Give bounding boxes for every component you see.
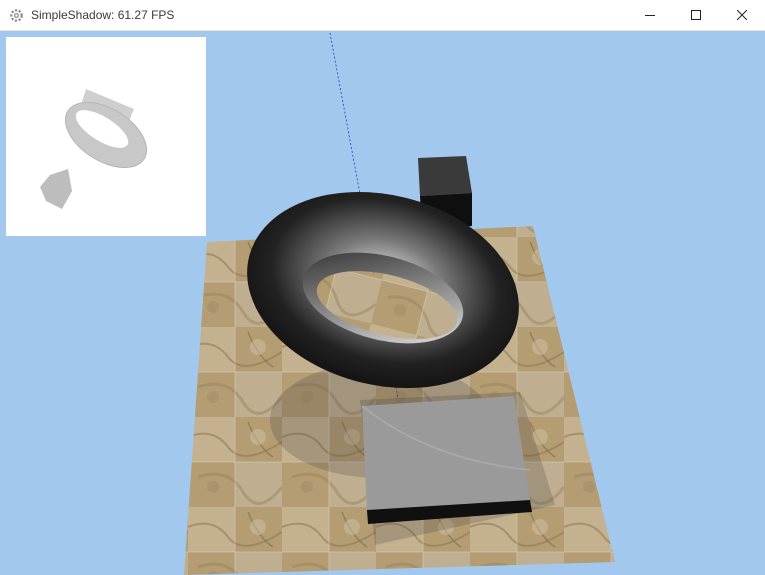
shadow-map-shapes [40,89,148,209]
minimize-icon [645,10,655,20]
maximize-icon [691,10,701,20]
title-bar[interactable]: SimpleShadow: 61.27 FPS [0,0,765,31]
close-button[interactable] [719,0,765,30]
large-box [361,396,532,524]
maximize-button[interactable] [673,0,719,30]
close-icon [737,10,747,20]
app-window: SimpleShadow: 61.27 FPS [0,0,765,575]
gear-icon [9,8,24,23]
shadow-map-preview [6,37,206,236]
minimize-button[interactable] [627,0,673,30]
window-title: SimpleShadow: 61.27 FPS [31,8,175,22]
